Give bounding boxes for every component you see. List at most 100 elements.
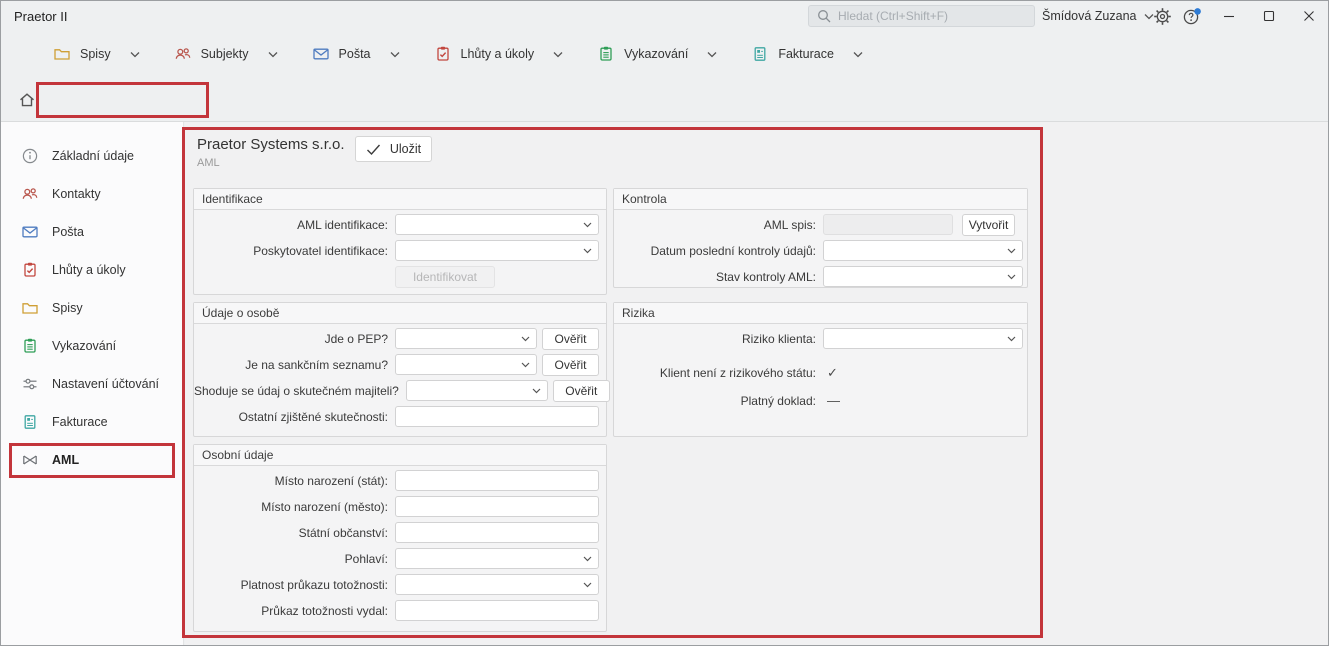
field-label: Je na sankčním seznamu? [194,358,395,372]
gear-icon [1153,7,1172,26]
home-icon [17,90,37,110]
menu-item-posta[interactable]: Pošta [312,45,400,63]
user-menu[interactable]: Šmídová Zuzana [1042,0,1154,32]
sidebar-item-vykazovani[interactable]: Vykazování [0,327,183,365]
chevron-down-icon [521,336,530,342]
sidebar-item-label: Nastavení účtování [52,377,159,391]
prukaz-vydal-field[interactable] [395,600,599,621]
sidebar-item-zakladni-udaje[interactable]: Základní údaje [0,137,183,175]
chevron-down-icon [1007,274,1016,280]
people-icon [21,185,39,203]
chevron-down-icon [853,51,863,58]
app-title: Praetor II [14,0,67,32]
identifikovat-button: Identifikovat [395,266,495,288]
maximize-button[interactable] [1255,2,1283,30]
chevron-down-icon [583,582,592,588]
sidebar-item-kontakty[interactable]: Kontakty [0,175,183,213]
menu-item-vykazovani[interactable]: Vykazování [597,45,717,63]
minimize-button[interactable] [1215,2,1243,30]
chevron-down-icon [583,556,592,562]
section-title: Osobní údaje [194,445,606,466]
settings-button[interactable] [1150,4,1174,28]
skutecny-majitel-select[interactable] [406,380,548,401]
invoice-document-icon [751,45,769,63]
aml-bowtie-icon [21,451,39,469]
sidebar-item-label: Vykazování [52,339,116,353]
field-label: Shoduje se údaj o skutečném majiteli? [194,384,406,398]
sidebar-item-fakturace[interactable]: Fakturace [0,403,183,441]
close-button[interactable] [1295,2,1323,30]
sidebar-item-posta[interactable]: Pošta [0,213,183,251]
overit-pep-button[interactable]: Ověřit [542,328,599,350]
home-button[interactable] [14,87,40,113]
menu-item-spisy[interactable]: Spisy [53,45,140,63]
field-label: Stav kontroly AML: [614,270,823,284]
field-label: Datum poslední kontroly údajů: [614,244,823,258]
menu-item-subjekty[interactable]: Subjekty [174,45,278,63]
help-button[interactable] [1180,4,1204,28]
sidebar-item-spisy[interactable]: Spisy [0,289,183,327]
sankcni-seznam-select[interactable] [395,354,537,375]
statni-obcanstvi-field[interactable] [395,522,599,543]
sidebar-item-label: Spisy [52,301,83,315]
field-label: Místo narození (stát): [194,474,395,488]
sidebar-item-label: Kontakty [52,187,101,201]
sidebar-item-lhuty-a-ukoly[interactable]: Lhůty a úkoly [0,251,183,289]
search-icon [816,8,832,24]
envelope-icon [21,223,39,241]
misto-narozeni-stat-field[interactable] [395,470,599,491]
sidebar-item-label: AML [52,453,79,467]
field-label: Platný doklad: [614,394,823,408]
field-label: Pohlaví: [194,552,395,566]
minimize-icon [1222,9,1236,23]
clipboard-list-icon [21,337,39,355]
stav-kontroly-select[interactable] [823,266,1023,287]
clipboard-check-icon [434,45,452,63]
chevron-down-icon [390,51,400,58]
field-label: Riziko klienta: [614,332,823,346]
platnost-prukazu-select[interactable] [395,574,599,595]
save-button[interactable]: Uložit [355,136,432,162]
chevron-down-icon [707,51,717,58]
menu-item-fakturace[interactable]: Fakturace [751,45,863,63]
search-input[interactable] [838,9,1027,23]
chevron-down-icon [521,362,530,368]
close-icon [1302,9,1316,23]
section-osobni-udaje: Osobní údaje Místo narození (stát): Míst… [193,444,607,632]
maximize-icon [1262,9,1276,23]
clipboard-check-icon [21,261,39,279]
misto-narozeni-mesto-field[interactable] [395,496,599,517]
rizikovy-stat-value: ✓ [827,365,838,381]
field-label: Jde o PEP? [194,332,395,346]
pohlavi-select[interactable] [395,548,599,569]
section-identifikace: Identifikace AML identifikace: Poskytova… [193,188,607,295]
aml-identifikace-select[interactable] [395,214,599,235]
global-search[interactable] [808,5,1035,27]
info-circle-icon [21,147,39,165]
riziko-klienta-select[interactable] [823,328,1023,349]
field-label: AML identifikace: [194,218,395,232]
sidebar-item-nastaveni-uctovani[interactable]: Nastavení účtování [0,365,183,403]
section-kontrola: Kontrola AML spis: Vytvořit Datum posled… [613,188,1028,288]
menu-item-lhuty-a-ukoly[interactable]: Lhůty a úkoly [434,45,564,63]
sidebar-item-aml[interactable]: AML [0,441,183,479]
section-title: Údaje o osobě [194,303,606,324]
check-icon [366,143,381,156]
chevron-down-icon [553,51,563,58]
datum-kontroly-select[interactable] [823,240,1023,261]
menu-bar: Spisy Subjekty Pošta Lhůty a úkoly [0,32,1329,76]
vytvorit-button[interactable]: Vytvořit [962,214,1015,236]
folder-icon [53,45,71,63]
sidebar-item-label: Fakturace [52,415,108,429]
app-window: Praetor II Šmídová Zuzana [0,0,1329,646]
menu-item-label: Pošta [339,47,371,61]
pep-select[interactable] [395,328,537,349]
poskytovatel-identifikace-select[interactable] [395,240,599,261]
ostatni-skutecnosti-field[interactable] [395,406,599,427]
overit-majitel-button[interactable]: Ověřit [553,380,610,402]
clipboard-list-icon [597,45,615,63]
menu-item-label: Vykazování [624,47,688,61]
sidebar-item-label: Lhůty a úkoly [52,263,126,277]
overit-sankce-button[interactable]: Ověřit [542,354,599,376]
main-content: Praetor Systems s.r.o. AML Uložit Identi… [185,122,1329,646]
